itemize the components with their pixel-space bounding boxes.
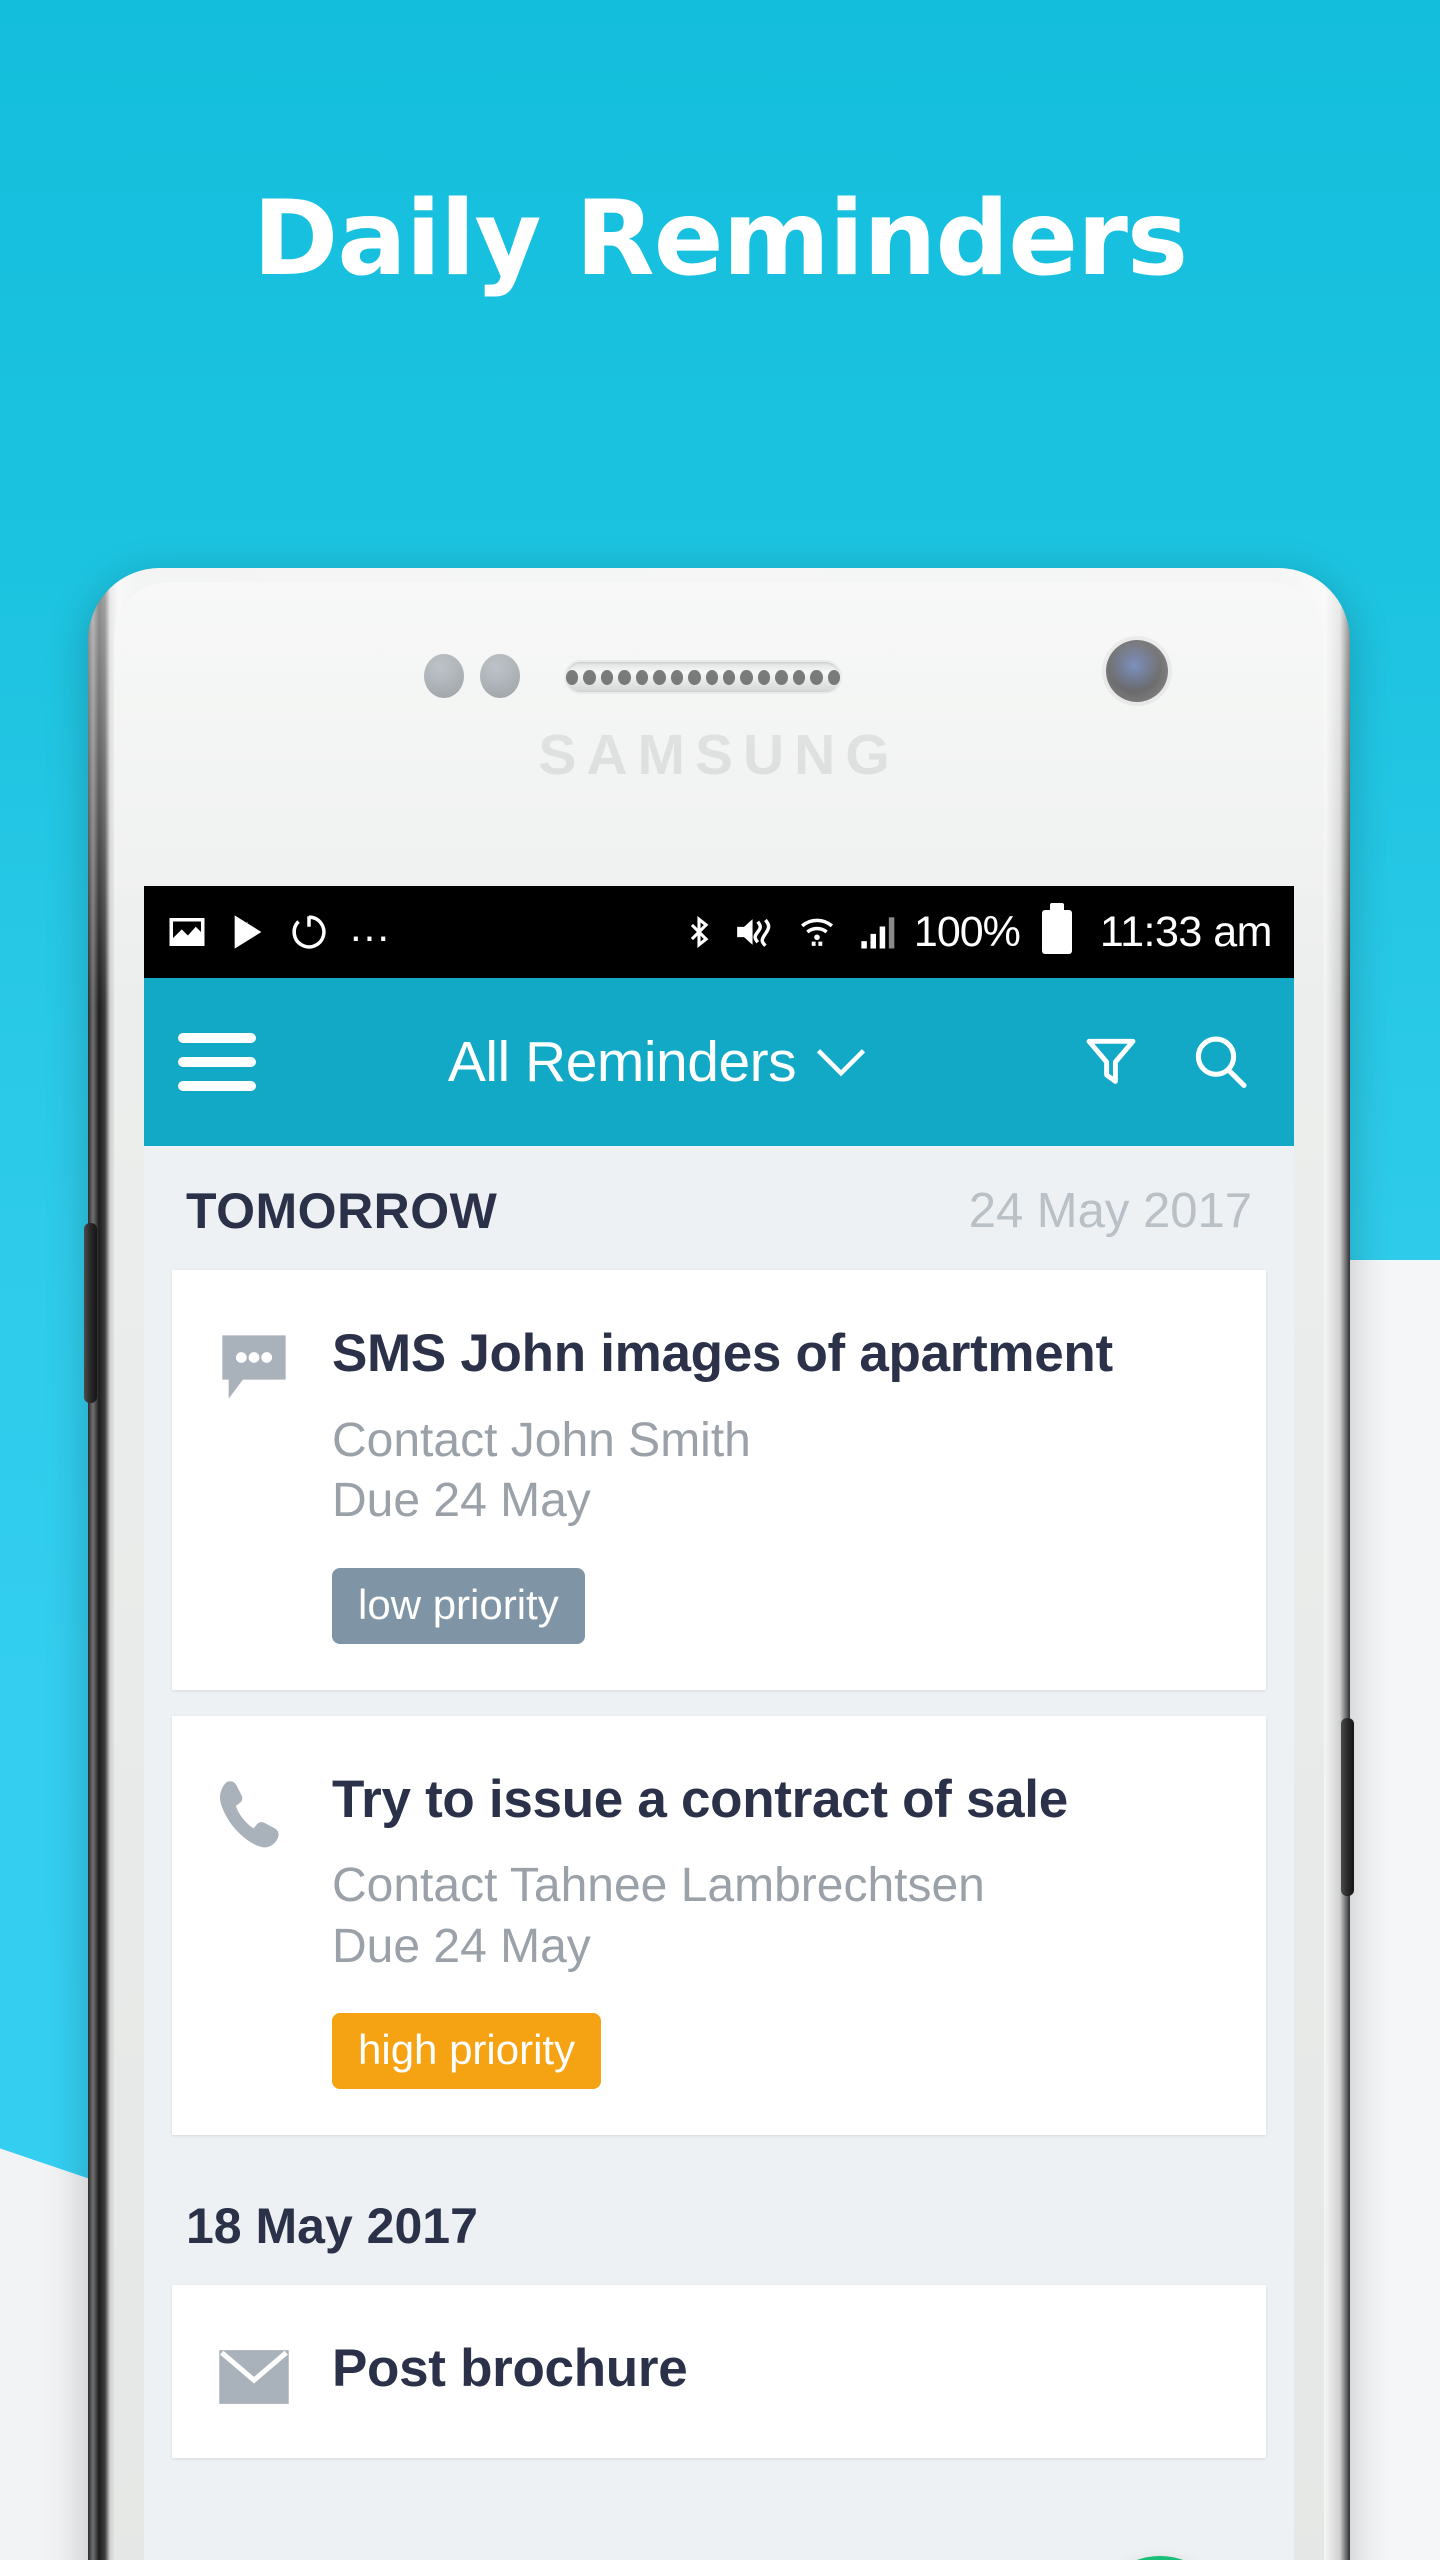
reminder-list[interactable]: TOMORROW 24 May 2017 SMS John images of … [144,1146,1294,2560]
section-title: TOMORROW [186,1183,498,1239]
cellular-signal-icon [861,917,895,949]
section-header-tomorrow: TOMORROW 24 May 2017 [144,1146,1294,1270]
status-bar-left-icons: ... [166,902,392,953]
reminder-title: SMS John images of apartment [332,1324,1113,1383]
app-bar: All Reminders [144,978,1294,1146]
table-row[interactable]: SMS John images of apartment Contact Joh… [172,1270,1266,1690]
reminder-due: Due 24 May [332,1919,591,1973]
proximity-sensor-icon [424,654,464,698]
table-row[interactable]: Try to issue a contract of sale Contact … [172,1715,1266,2136]
send-fab[interactable] [1092,2556,1228,2560]
mute-vibrate-icon [737,918,771,947]
filter-funnel-icon[interactable] [1080,1031,1142,1093]
front-camera-icon [1106,640,1168,702]
device-brand-label: SAMSUNG [538,723,900,787]
status-clock: 11:33 am [1099,907,1273,956]
table-row[interactable]: Post brochure [172,2285,1266,2459]
reminder-due: Due 24 May [332,1474,591,1528]
status-overflow-icon: ... [350,902,392,950]
status-badge[interactable]: low priority [332,1567,585,1644]
card-body: SMS John images of apartment Contact Joh… [332,1322,1222,1644]
status-badge[interactable]: high priority [332,2013,602,2090]
app-bar-actions [1080,1030,1260,1094]
phone-mockup: SAMSUNG ... 100% 11:33 am All Reminders … [84,568,1354,2560]
volume-button[interactable] [84,1223,97,1403]
reminder-contact: Contact John Smith [332,1413,751,1467]
status-bar: ... 100% 11:33 am [144,886,1294,978]
promo-headline: Daily Reminders [252,179,1188,299]
alarm-icon [292,915,326,949]
app-bar-title: All Reminders [447,1030,797,1094]
battery-full-icon [1041,903,1072,954]
chevron-down-icon [817,1049,866,1077]
power-button[interactable] [1341,1718,1354,1896]
play-store-icon [234,915,262,949]
image-icon [169,918,205,946]
email-envelope-icon [216,2337,298,2412]
sms-message-icon [216,1322,298,1644]
section-header-18-may: 18 May 2017 [144,2161,1294,2285]
section-title: 18 May 2017 [186,2198,478,2255]
battery-percent-label: 100% [913,907,1021,956]
phone-call-icon [216,1768,298,2090]
bluetooth-icon [690,916,709,948]
earpiece-speaker-icon [564,660,842,694]
card-body: Post brochure [332,2337,1222,2412]
wifi-icon [800,918,833,946]
reminder-title: Try to issue a contract of sale [332,1769,1068,1829]
reminders-filter-dropdown[interactable]: All Reminders [236,1029,1080,1095]
phone-screen: ... 100% 11:33 am All Reminders TOMORROW… [144,886,1294,2560]
reminder-title: Post brochure [332,2339,688,2399]
search-icon[interactable] [1188,1030,1252,1094]
reminder-contact: Contact Tahnee Lambrechtsen [332,1859,985,1913]
light-sensor-icon [480,654,520,698]
card-body: Try to issue a contract of sale Contact … [332,1768,1222,2090]
status-bar-right-icons: 100% 11:33 am [682,903,1273,957]
section-date: 24 May 2017 [968,1184,1252,1238]
